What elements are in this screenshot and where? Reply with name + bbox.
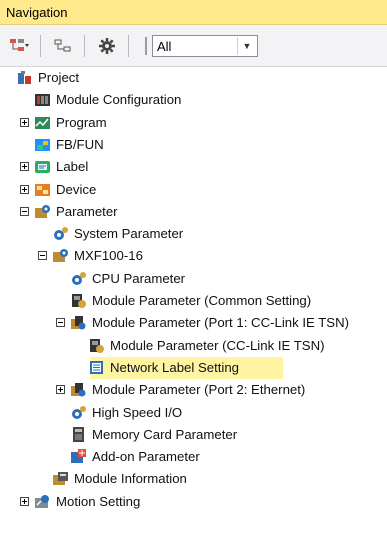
tree-item-label: Module Parameter (Common Setting) xyxy=(92,293,312,308)
tree-item-label: Label xyxy=(56,159,89,175)
module-parameter-icon xyxy=(88,337,105,354)
tree-item[interactable]: Network Label Setting xyxy=(88,356,284,379)
module-parameter-port-icon xyxy=(70,381,87,398)
collapse-icon[interactable] xyxy=(20,206,29,216)
toolbar-separator xyxy=(128,35,129,57)
tree-item-label: Project xyxy=(38,70,80,85)
tree-item[interactable]: Module Parameter (CC-Link IE TSN) xyxy=(0,335,387,357)
cpu-model-icon xyxy=(52,247,69,264)
project-tree: Project Module Configuration Program FB/FUN… xyxy=(0,67,387,556)
memory-card-icon xyxy=(70,426,87,443)
gear-icon[interactable] xyxy=(96,35,118,57)
expand-icon[interactable] xyxy=(56,385,65,395)
tree-item-label: Module Information xyxy=(74,471,187,487)
tree-item[interactable]: System Parameter xyxy=(0,223,387,245)
tree-item[interactable]: FB/FUN xyxy=(0,134,387,156)
tree-item-label: FB/FUN xyxy=(56,136,104,152)
tree-item[interactable]: Module Configuration xyxy=(0,89,387,111)
filter-value: All xyxy=(157,39,172,54)
module-parameter-port-icon xyxy=(70,314,87,331)
expand-icon[interactable] xyxy=(20,117,29,127)
tree-item-label: Module Parameter (CC-Link IE TSN) xyxy=(110,337,325,353)
tree-view-icon[interactable] xyxy=(52,35,74,57)
tree-item[interactable]: Parameter xyxy=(0,201,387,223)
tree-item[interactable]: Module Parameter (Port 2: Ethernet) xyxy=(0,379,387,401)
tree-item-label: CPU Parameter xyxy=(92,270,186,286)
module-information-icon xyxy=(52,470,69,487)
panel-title: Navigation xyxy=(6,5,68,20)
tree-item[interactable]: Module Parameter (Common Setting) xyxy=(0,290,387,312)
tree-item[interactable]: Memory Card Parameter xyxy=(0,424,387,446)
tree-item[interactable]: Add-on Parameter xyxy=(0,446,387,468)
toolbar-grip xyxy=(145,37,147,55)
expand-icon[interactable] xyxy=(20,184,29,194)
tree-item[interactable]: High Speed I/O xyxy=(0,402,387,424)
tree-item-label: Module Parameter (Port 2: Ethernet) xyxy=(92,382,306,398)
system-parameter-icon xyxy=(52,225,69,242)
toolbar-separator xyxy=(84,35,85,57)
project-icon xyxy=(16,69,33,86)
tree-item-label: Module Parameter (Port 1: CC-Link IE TSN… xyxy=(92,315,349,331)
collapse-icon[interactable] xyxy=(56,318,65,328)
tree-item[interactable]: CPU Parameter xyxy=(0,268,387,290)
tree-item[interactable]: Device xyxy=(0,179,387,201)
tree-item-label: Motion Setting xyxy=(56,493,141,509)
tree-item-label: Network Label Setting xyxy=(110,359,240,375)
high-speed-io-icon xyxy=(70,404,87,421)
tree-item-label: Parameter xyxy=(56,203,118,219)
toolbar-separator xyxy=(40,35,41,57)
expand-collapse-tree-icon[interactable] xyxy=(8,35,30,57)
motion-setting-icon xyxy=(34,493,51,510)
expand-icon[interactable] xyxy=(20,496,29,506)
filter-dropdown[interactable]: All ▼ xyxy=(152,35,258,57)
navigation-title-bar: Navigation xyxy=(0,0,387,25)
module-parameter-icon xyxy=(70,292,87,309)
module-configuration-icon xyxy=(34,91,51,108)
tree-item[interactable]: Module Parameter (Port 1: CC-Link IE TSN… xyxy=(0,312,387,334)
cpu-parameter-icon xyxy=(70,270,87,287)
fb-fun-icon xyxy=(34,136,51,153)
tree-item[interactable]: Project xyxy=(0,67,387,89)
tree-item-label: Device xyxy=(56,181,97,197)
network-label-icon xyxy=(88,359,105,376)
chevron-down-icon[interactable]: ▼ xyxy=(237,37,256,55)
parameter-icon xyxy=(34,203,51,220)
tree-item-label: MXF100-16 xyxy=(74,248,143,264)
tree-item-label: Program xyxy=(56,114,107,130)
tree-item-label: High Speed I/O xyxy=(92,404,183,420)
tree-item[interactable]: Module Information xyxy=(0,468,387,490)
add-on-icon xyxy=(70,448,87,465)
tree-item-label: Add-on Parameter xyxy=(92,449,200,465)
tree-item[interactable]: Program xyxy=(0,112,387,134)
tree-item-label: System Parameter xyxy=(74,226,184,242)
navigation-toolbar: All ▼ xyxy=(0,25,387,67)
tree-item[interactable]: Motion Setting xyxy=(0,491,387,513)
collapse-icon[interactable] xyxy=(38,251,47,261)
tree-item-label: Module Configuration xyxy=(56,92,182,108)
program-icon xyxy=(34,114,51,131)
device-icon xyxy=(34,181,51,198)
expand-icon[interactable] xyxy=(20,162,29,172)
tree-item-label: Memory Card Parameter xyxy=(92,426,238,442)
tree-item[interactable]: Label xyxy=(0,156,387,178)
label-icon xyxy=(34,158,51,175)
tree-item[interactable]: MXF100-16 xyxy=(0,245,387,267)
